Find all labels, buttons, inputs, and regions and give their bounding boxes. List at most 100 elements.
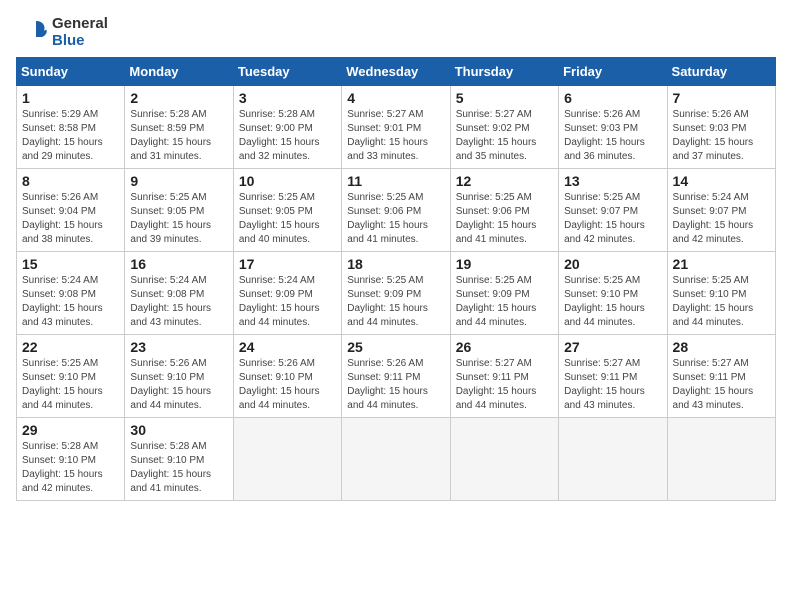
calendar-day-cell: 8Sunrise: 5:26 AM Sunset: 9:04 PM Daylig… [17,169,125,252]
day-info: Sunrise: 5:28 AM Sunset: 8:59 PM Dayligh… [130,108,227,164]
day-number: 15 [22,256,119,272]
calendar-day-cell [667,418,775,501]
day-number: 5 [456,90,553,106]
day-number: 13 [564,173,661,189]
calendar-day-cell: 28 Sunrise: 5:27 AM Sunset: 9:11 PM Dayli… [667,335,775,418]
day-number: 20 [564,256,661,272]
calendar-header-row: SundayMondayTuesdayWednesdayThursdayFrid… [17,58,776,86]
calendar-header-saturday: Saturday [667,58,775,86]
calendar-week-row: 29 Sunrise: 5:28 AM Sunset: 9:10 PM Dayli… [17,418,776,501]
calendar-day-cell: 14Sunrise: 5:24 AM Sunset: 9:07 PM Dayli… [667,169,775,252]
logo: General Blue [16,16,108,49]
day-number: 3 [239,90,336,106]
day-info: Sunrise: 5:25 AM Sunset: 9:09 PM Dayligh… [347,274,444,330]
day-info: Sunrise: 5:24 AM Sunset: 9:09 PM Dayligh… [239,274,336,330]
calendar-day-cell: 27 Sunrise: 5:27 AM Sunset: 9:11 PM Dayli… [559,335,667,418]
calendar-day-cell: 22 Sunrise: 5:25 AM Sunset: 9:10 PM Dayli… [17,335,125,418]
day-info: Sunrise: 5:26 AM Sunset: 9:04 PM Dayligh… [22,191,119,247]
calendar-week-row: 22 Sunrise: 5:25 AM Sunset: 9:10 PM Dayli… [17,335,776,418]
calendar-week-row: 15 Sunrise: 5:24 AM Sunset: 9:08 PM Dayli… [17,252,776,335]
calendar-day-cell: 11 Sunrise: 5:25 AM Sunset: 9:06 PM Dayli… [342,169,450,252]
day-info: Sunrise: 5:25 AM Sunset: 9:07 PM Dayligh… [564,191,661,247]
calendar-day-cell [450,418,558,501]
calendar-day-cell [559,418,667,501]
day-number: 27 [564,339,661,355]
day-number: 19 [456,256,553,272]
day-info: Sunrise: 5:25 AM Sunset: 9:10 PM Dayligh… [673,274,770,330]
day-info: Sunrise: 5:24 AM Sunset: 9:08 PM Dayligh… [22,274,119,330]
day-number: 6 [564,90,661,106]
day-number: 22 [22,339,119,355]
day-info: Sunrise: 5:28 AM Sunset: 9:10 PM Dayligh… [22,440,119,496]
day-info: Sunrise: 5:24 AM Sunset: 9:08 PM Dayligh… [130,274,227,330]
day-number: 26 [456,339,553,355]
calendar-header-monday: Monday [125,58,233,86]
calendar-day-cell: 18 Sunrise: 5:25 AM Sunset: 9:09 PM Dayli… [342,252,450,335]
calendar-day-cell: 1 Sunrise: 5:29 AM Sunset: 8:58 PM Daylig… [17,86,125,169]
day-number: 1 [22,90,119,106]
day-info: Sunrise: 5:26 AM Sunset: 9:10 PM Dayligh… [130,357,227,413]
day-info: Sunrise: 5:26 AM Sunset: 9:10 PM Dayligh… [239,357,336,413]
page-header: General Blue [16,16,776,49]
calendar-header-wednesday: Wednesday [342,58,450,86]
calendar-day-cell: 10Sunrise: 5:25 AM Sunset: 9:05 PM Dayli… [233,169,341,252]
calendar-day-cell [342,418,450,501]
day-number: 25 [347,339,444,355]
day-info: Sunrise: 5:25 AM Sunset: 9:06 PM Dayligh… [347,191,444,247]
day-info: Sunrise: 5:28 AM Sunset: 9:00 PM Dayligh… [239,108,336,164]
day-info: Sunrise: 5:27 AM Sunset: 9:01 PM Dayligh… [347,108,444,164]
calendar-day-cell: 29 Sunrise: 5:28 AM Sunset: 9:10 PM Dayli… [17,418,125,501]
calendar-day-cell: 20 Sunrise: 5:25 AM Sunset: 9:10 PM Dayli… [559,252,667,335]
calendar-day-cell: 23 Sunrise: 5:26 AM Sunset: 9:10 PM Dayli… [125,335,233,418]
day-number: 17 [239,256,336,272]
day-info: Sunrise: 5:26 AM Sunset: 9:03 PM Dayligh… [564,108,661,164]
day-number: 30 [130,422,227,438]
day-number: 7 [673,90,770,106]
day-number: 18 [347,256,444,272]
day-info: Sunrise: 5:28 AM Sunset: 9:10 PM Dayligh… [130,440,227,496]
day-number: 4 [347,90,444,106]
calendar-day-cell: 15 Sunrise: 5:24 AM Sunset: 9:08 PM Dayli… [17,252,125,335]
day-info: Sunrise: 5:25 AM Sunset: 9:09 PM Dayligh… [456,274,553,330]
day-info: Sunrise: 5:26 AM Sunset: 9:11 PM Dayligh… [347,357,444,413]
calendar-day-cell: 7 Sunrise: 5:26 AM Sunset: 9:03 PM Daylig… [667,86,775,169]
day-number: 23 [130,339,227,355]
day-number: 29 [22,422,119,438]
calendar-day-cell: 21 Sunrise: 5:25 AM Sunset: 9:10 PM Dayli… [667,252,775,335]
calendar-header-tuesday: Tuesday [233,58,341,86]
day-info: Sunrise: 5:29 AM Sunset: 8:58 PM Dayligh… [22,108,119,164]
calendar-day-cell: 30 Sunrise: 5:28 AM Sunset: 9:10 PM Dayli… [125,418,233,501]
calendar-day-cell: 17 Sunrise: 5:24 AM Sunset: 9:09 PM Dayli… [233,252,341,335]
calendar-day-cell: 3 Sunrise: 5:28 AM Sunset: 9:00 PM Daylig… [233,86,341,169]
day-number: 16 [130,256,227,272]
calendar-week-row: 1 Sunrise: 5:29 AM Sunset: 8:58 PM Daylig… [17,86,776,169]
day-info: Sunrise: 5:25 AM Sunset: 9:10 PM Dayligh… [22,357,119,413]
calendar-day-cell: 25 Sunrise: 5:26 AM Sunset: 9:11 PM Dayli… [342,335,450,418]
logo-bird-icon [16,17,48,49]
day-number: 28 [673,339,770,355]
calendar-day-cell: 26 Sunrise: 5:27 AM Sunset: 9:11 PM Dayli… [450,335,558,418]
calendar-header-friday: Friday [559,58,667,86]
calendar-day-cell: 6 Sunrise: 5:26 AM Sunset: 9:03 PM Daylig… [559,86,667,169]
day-info: Sunrise: 5:24 AM Sunset: 9:07 PM Dayligh… [673,191,770,247]
calendar-day-cell: 4 Sunrise: 5:27 AM Sunset: 9:01 PM Daylig… [342,86,450,169]
logo-text-blue: Blue [52,33,108,50]
calendar-header-thursday: Thursday [450,58,558,86]
day-info: Sunrise: 5:27 AM Sunset: 9:11 PM Dayligh… [673,357,770,413]
calendar-day-cell: 24Sunrise: 5:26 AM Sunset: 9:10 PM Dayli… [233,335,341,418]
day-number: 12 [456,173,553,189]
day-info: Sunrise: 5:27 AM Sunset: 9:11 PM Dayligh… [564,357,661,413]
day-number: 21 [673,256,770,272]
day-info: Sunrise: 5:26 AM Sunset: 9:03 PM Dayligh… [673,108,770,164]
calendar-day-cell: 12Sunrise: 5:25 AM Sunset: 9:06 PM Dayli… [450,169,558,252]
calendar-day-cell: 19 Sunrise: 5:25 AM Sunset: 9:09 PM Dayli… [450,252,558,335]
calendar-day-cell [233,418,341,501]
day-info: Sunrise: 5:27 AM Sunset: 9:02 PM Dayligh… [456,108,553,164]
calendar-header-sunday: Sunday [17,58,125,86]
day-info: Sunrise: 5:27 AM Sunset: 9:11 PM Dayligh… [456,357,553,413]
day-number: 9 [130,173,227,189]
day-number: 2 [130,90,227,106]
day-info: Sunrise: 5:25 AM Sunset: 9:10 PM Dayligh… [564,274,661,330]
calendar-day-cell: 9Sunrise: 5:25 AM Sunset: 9:05 PM Daylig… [125,169,233,252]
day-number: 11 [347,173,444,189]
